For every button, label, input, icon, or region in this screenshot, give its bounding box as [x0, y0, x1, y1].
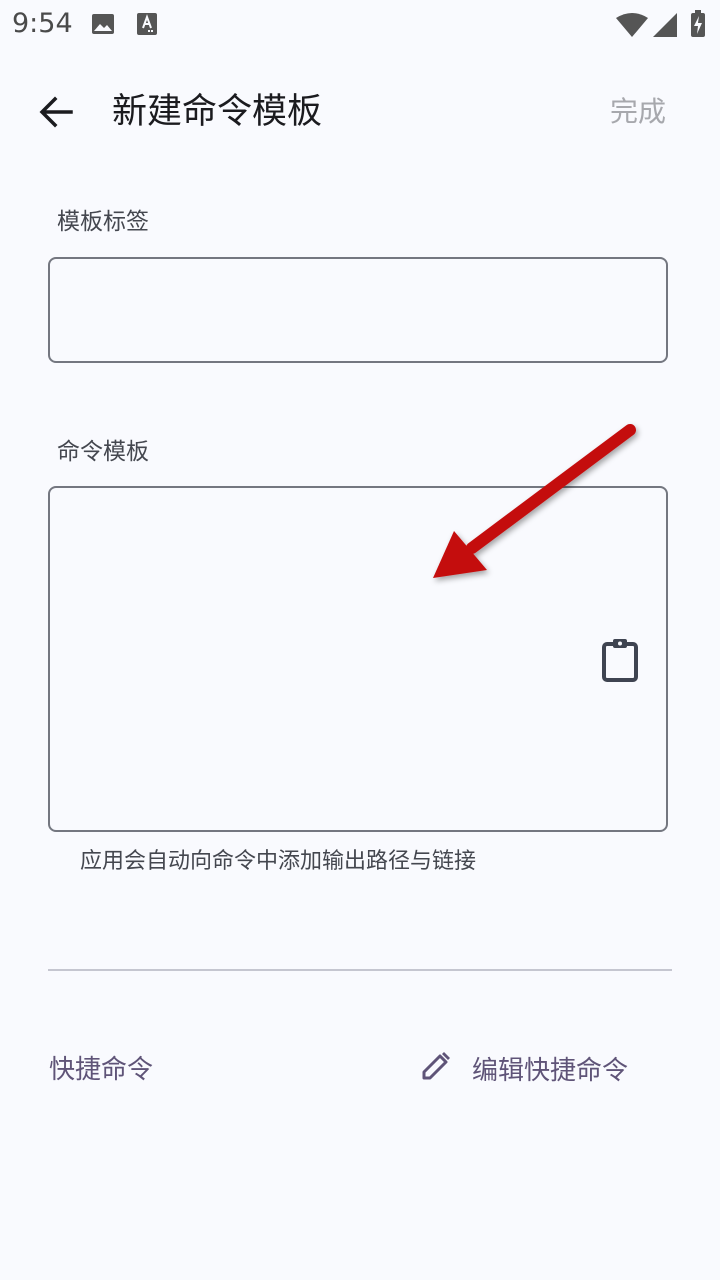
pencil-icon — [420, 1050, 452, 1086]
wifi-icon — [615, 12, 649, 42]
status-time: 9:54 — [12, 8, 73, 39]
font-icon — [136, 12, 158, 40]
template-field-label: 命令模板 — [57, 439, 149, 465]
divider — [48, 969, 672, 971]
screen: 9:54 新建命令模板 完成 模板标签 命令模板 应用会自动向命令中添加输出路径… — [0, 0, 720, 1280]
image-icon — [91, 12, 115, 40]
clipboard-icon — [600, 639, 640, 688]
shortcut-label: 快捷命令 — [49, 1055, 154, 1085]
template-textarea[interactable] — [50, 488, 666, 830]
page-title: 新建命令模板 — [112, 92, 323, 132]
edit-shortcut-button[interactable]: 编辑快捷命令 — [420, 1044, 628, 1092]
helper-text: 应用会自动向命令中添加输出路径与链接 — [80, 849, 477, 874]
back-button[interactable] — [30, 88, 82, 140]
tag-field-label: 模板标签 — [57, 209, 149, 235]
battery-charging-icon — [690, 10, 706, 42]
done-button[interactable]: 完成 — [610, 92, 666, 132]
template-field[interactable] — [48, 486, 668, 832]
arrow-left-icon — [38, 94, 74, 134]
tag-input[interactable] — [50, 259, 666, 361]
paste-button[interactable] — [600, 636, 640, 684]
signal-icon — [652, 12, 678, 42]
tag-field[interactable] — [48, 257, 668, 363]
edit-shortcut-label: 编辑快捷命令 — [472, 1055, 629, 1086]
status-bar: 9:54 — [0, 0, 720, 50]
